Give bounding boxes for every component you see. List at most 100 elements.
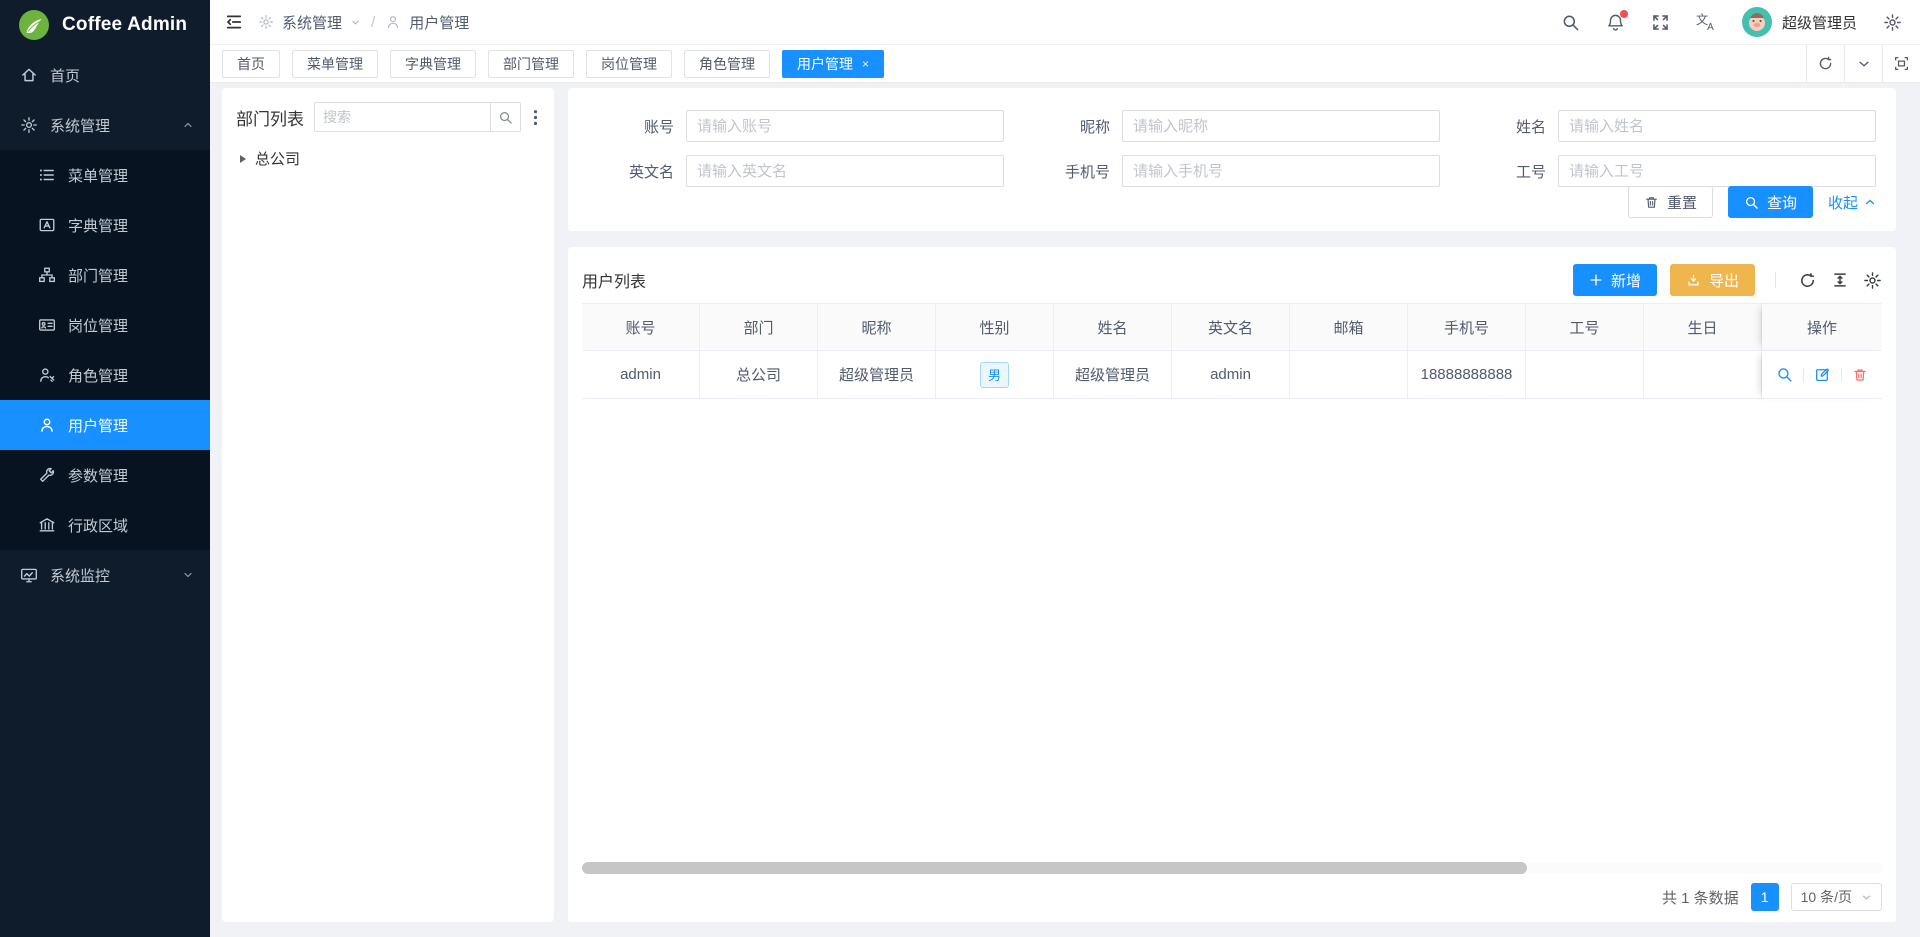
tab-menu-mgmt[interactable]: 菜单管理 xyxy=(292,50,378,78)
sidebar-item-label: 首页 xyxy=(50,65,194,86)
breadcrumb: 系统管理 / 用户管理 xyxy=(258,12,469,33)
field-label: 姓名 xyxy=(1440,116,1558,137)
query-button[interactable]: 查询 xyxy=(1728,186,1813,218)
column-header[interactable]: 手机号 xyxy=(1408,303,1526,351)
view-magnifier-icon[interactable] xyxy=(1776,366,1793,383)
table-title: 用户列表 xyxy=(582,268,646,292)
add-button[interactable]: 新增 xyxy=(1573,264,1657,296)
refresh-icon[interactable] xyxy=(1798,271,1817,290)
sidebar-item-post-mgmt[interactable]: 岗位管理 xyxy=(0,300,210,350)
more-options-icon[interactable] xyxy=(531,109,540,126)
tab-home[interactable]: 首页 xyxy=(222,50,280,78)
sidebar-item-label: 参数管理 xyxy=(68,465,194,486)
fullscreen-icon[interactable] xyxy=(1651,13,1670,32)
pagination-total: 共 1 条数据 xyxy=(1662,887,1739,908)
export-button[interactable]: 导出 xyxy=(1670,264,1755,296)
svg-text:A: A xyxy=(1707,22,1714,32)
tree-node-head-office[interactable]: 总公司 xyxy=(236,148,540,169)
sidebar-item-label: 角色管理 xyxy=(68,365,194,386)
divider xyxy=(1803,368,1804,382)
delete-trash-icon[interactable] xyxy=(1852,367,1868,383)
sidebar-item-dept-mgmt[interactable]: 部门管理 xyxy=(0,250,210,300)
department-search-input[interactable] xyxy=(315,109,490,125)
sidebar-item-dict-mgmt[interactable]: 字典管理 xyxy=(0,200,210,250)
department-search-button[interactable] xyxy=(490,103,520,131)
row-height-icon[interactable] xyxy=(1831,271,1849,289)
tab-dept-mgmt[interactable]: 部门管理 xyxy=(488,50,574,78)
header-actions: 文A 超级管理员 xyxy=(1561,7,1902,37)
breadcrumb-separator: / xyxy=(371,14,375,31)
sidebar-item-system-mgmt[interactable]: 系统管理 xyxy=(0,100,210,150)
list-icon xyxy=(38,166,56,184)
page-size-select[interactable]: 10 条/页 xyxy=(1791,883,1882,911)
field-work-no: 工号 xyxy=(1440,155,1876,187)
sidebar-item-menu-mgmt[interactable]: 菜单管理 xyxy=(0,150,210,200)
chevron-down-icon[interactable] xyxy=(1844,45,1882,82)
search-icon[interactable] xyxy=(1561,13,1580,32)
column-settings-gear-icon[interactable] xyxy=(1863,271,1882,290)
tab-post-mgmt[interactable]: 岗位管理 xyxy=(586,50,672,78)
account-input[interactable] xyxy=(686,110,1004,142)
chevron-down-icon xyxy=(1861,892,1872,903)
tab-user-mgmt[interactable]: 用户管理 × xyxy=(782,50,884,78)
sidebar-item-home[interactable]: 首页 xyxy=(0,50,210,100)
divider xyxy=(1841,368,1842,382)
field-name: 姓名 xyxy=(1440,110,1876,142)
close-icon[interactable]: × xyxy=(862,57,869,71)
sidebar-item-admin-region[interactable]: 行政区域 xyxy=(0,500,210,550)
translate-icon[interactable]: 文A xyxy=(1696,12,1716,32)
maximize-icon[interactable] xyxy=(1882,45,1920,82)
cell-work-no xyxy=(1526,351,1644,399)
user-menu[interactable]: 超级管理员 xyxy=(1742,7,1857,37)
page-1-button[interactable]: 1 xyxy=(1751,883,1779,911)
field-label: 账号 xyxy=(568,116,686,137)
sidebar-item-label: 菜单管理 xyxy=(68,165,194,186)
field-label: 工号 xyxy=(1440,161,1558,182)
reset-button[interactable]: 重置 xyxy=(1628,186,1713,218)
breadcrumb-section[interactable]: 系统管理 xyxy=(282,12,342,33)
cell-actions xyxy=(1762,351,1882,399)
chevron-down-icon[interactable] xyxy=(350,17,361,28)
role-key-icon xyxy=(38,366,56,384)
notification-bell-icon[interactable] xyxy=(1606,13,1625,32)
scrollbar-thumb[interactable] xyxy=(582,862,1527,874)
gear-icon xyxy=(20,116,38,134)
caret-right-icon[interactable] xyxy=(240,155,246,163)
app-logo[interactable]: Coffee Admin xyxy=(0,0,210,50)
nickname-input[interactable] xyxy=(1122,110,1440,142)
english-name-input[interactable] xyxy=(686,155,1004,187)
collapse-link[interactable]: 收起 xyxy=(1828,192,1876,213)
tab-label: 字典管理 xyxy=(405,54,461,74)
add-button-label: 新增 xyxy=(1611,270,1641,291)
column-header[interactable]: 工号 xyxy=(1526,303,1644,351)
name-input[interactable] xyxy=(1558,110,1876,142)
column-header[interactable]: 邮箱 xyxy=(1290,303,1408,351)
column-header[interactable]: 昵称 xyxy=(818,303,936,351)
column-header[interactable]: 英文名 xyxy=(1172,303,1290,351)
sidebar-item-label: 字典管理 xyxy=(68,215,194,236)
column-header[interactable]: 生日 xyxy=(1644,303,1762,351)
column-header[interactable]: 部门 xyxy=(700,303,818,351)
sidebar-item-role-mgmt[interactable]: 角色管理 xyxy=(0,350,210,400)
work-no-input[interactable] xyxy=(1558,155,1876,187)
department-panel: 部门列表 总公司 xyxy=(222,88,554,922)
sidebar-item-param-mgmt[interactable]: 参数管理 xyxy=(0,450,210,500)
menu-fold-icon[interactable] xyxy=(224,12,244,32)
notification-badge xyxy=(1620,10,1628,18)
phone-input[interactable] xyxy=(1122,155,1440,187)
tab-label: 角色管理 xyxy=(699,54,755,74)
sidebar-item-user-mgmt[interactable]: 用户管理 xyxy=(0,400,210,450)
sidebar-item-system-monitor[interactable]: 系统监控 xyxy=(0,550,210,600)
column-header[interactable]: 账号 xyxy=(582,303,700,351)
refresh-icon[interactable] xyxy=(1806,45,1844,82)
tab-role-mgmt[interactable]: 角色管理 xyxy=(684,50,770,78)
edit-icon[interactable] xyxy=(1814,366,1831,383)
column-header[interactable]: 性别 xyxy=(936,303,1054,351)
tab-dict-mgmt[interactable]: 字典管理 xyxy=(390,50,476,78)
column-header[interactable]: 姓名 xyxy=(1054,303,1172,351)
settings-gear-icon[interactable] xyxy=(1883,13,1902,32)
tab-label: 部门管理 xyxy=(503,54,559,74)
page-size-value: 10 条/页 xyxy=(1801,887,1852,907)
sidebar-item-label: 系统监控 xyxy=(50,565,182,586)
leaf-logo-icon xyxy=(18,9,50,41)
